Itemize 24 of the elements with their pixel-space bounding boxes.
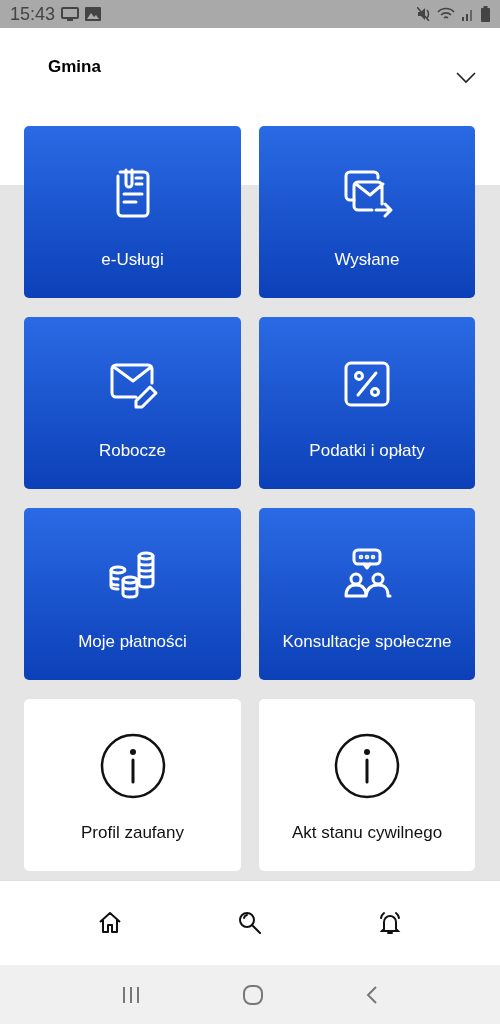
- menu-tile[interactable]: Moje płatności: [24, 508, 241, 680]
- menu-tile[interactable]: e-Usługi: [24, 126, 241, 298]
- menu-tile[interactable]: Profil zaufany: [24, 699, 241, 871]
- municipality-title: Gmina: [48, 57, 101, 77]
- menu-tile[interactable]: Wysłane: [259, 126, 475, 298]
- menu-tile[interactable]: Akt stanu cywilnego: [259, 699, 475, 871]
- home-icon[interactable]: [97, 910, 123, 936]
- status-time: 15:43: [10, 3, 56, 25]
- wifi-icon: [437, 7, 455, 21]
- image-icon: [85, 7, 102, 21]
- mute-icon: [417, 7, 431, 21]
- signal-icon: [461, 7, 475, 21]
- menu-tile[interactable]: Podatki i opłaty: [259, 317, 475, 489]
- menu-tile[interactable]: Robocze: [24, 317, 241, 489]
- back-icon[interactable]: [365, 984, 379, 1005]
- chevron-down-icon[interactable]: [456, 72, 476, 84]
- info-icon: [334, 733, 400, 799]
- monitor-icon: [61, 7, 80, 21]
- battery-icon: [481, 6, 490, 22]
- menu-tile[interactable]: Konsultacje społeczne: [259, 508, 475, 680]
- bell-icon[interactable]: [377, 910, 403, 936]
- recent-apps-icon[interactable]: [121, 984, 141, 1005]
- search-icon[interactable]: [237, 910, 263, 936]
- info-icon: [99, 733, 166, 799]
